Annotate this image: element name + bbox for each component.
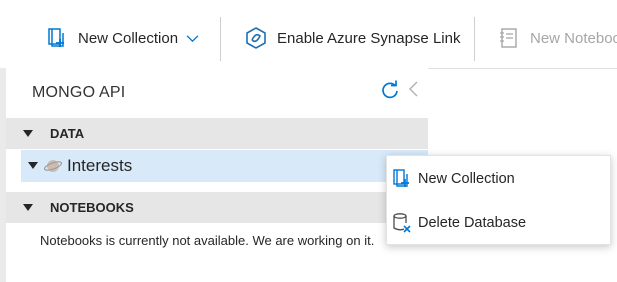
new-collection-toolbar-label: New Collection <box>78 29 179 47</box>
menu-item-label: Delete Database <box>418 215 527 231</box>
command-bar: New Collection Enable Azure Synapse Link… <box>0 0 617 69</box>
new-collection-icon <box>48 28 64 47</box>
caret-down-icon <box>23 203 33 211</box>
notebooks-section-header[interactable]: NOTEBOOKS <box>6 192 428 223</box>
caret-down-icon[interactable] <box>28 162 38 170</box>
enable-synapse-link-label: Enable Azure Synapse Link <box>277 29 461 47</box>
notebooks-section-label: NOTEBOOKS <box>50 200 134 215</box>
menu-item-delete-database[interactable]: Delete Database <box>387 203 610 243</box>
menu-item-label: New Collection <box>418 171 515 187</box>
tree-item-database[interactable]: Interests <box>21 150 428 182</box>
panel-title: MONGO API <box>32 84 126 101</box>
data-section-label: DATA <box>50 126 85 141</box>
notebooks-notice: Notebooks is currently not available. We… <box>40 233 375 248</box>
database-name: Interests <box>67 156 133 175</box>
new-notebook-button[interactable]: New Notebook <box>498 20 617 56</box>
data-explorer: New Collection Enable Azure Synapse Link… <box>0 0 617 282</box>
context-menu: New Collection Delete Database <box>386 155 611 245</box>
chevron-down-icon[interactable] <box>186 34 199 43</box>
delete-database-icon <box>393 213 411 233</box>
menu-item-new-collection[interactable]: New Collection <box>387 159 610 199</box>
synapse-icon <box>246 27 266 49</box>
enable-synapse-link-button[interactable]: Enable Azure Synapse Link <box>245 20 460 56</box>
toolbar-divider <box>220 17 221 61</box>
database-planet-icon <box>44 160 62 172</box>
caret-down-icon <box>23 129 33 137</box>
collapse-panel-icon[interactable] <box>408 81 420 97</box>
new-collection-toolbar-button[interactable]: New Collection <box>46 20 199 56</box>
refresh-icon[interactable] <box>380 80 400 100</box>
new-collection-icon <box>393 169 409 187</box>
notebook-icon <box>500 28 517 48</box>
data-section-header[interactable]: DATA <box>6 118 428 149</box>
toolbar-divider <box>474 17 475 61</box>
new-notebook-label: New Notebook <box>530 29 617 47</box>
